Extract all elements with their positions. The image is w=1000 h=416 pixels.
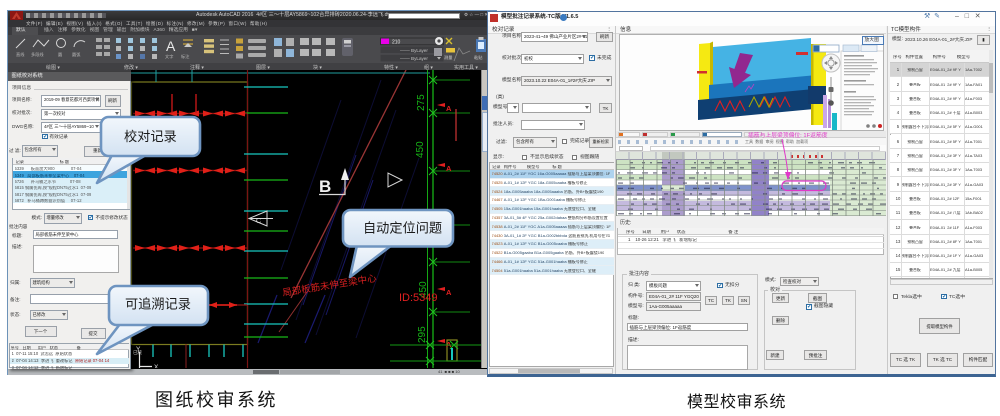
svg-text:C: C [256,218,261,225]
svg-text:X: X [154,364,159,368]
svg-text:直线: 直线 [16,51,25,57]
svg-text:A: A [446,288,452,297]
svg-text:文字: 文字 [165,53,173,60]
svg-text:圆弧: 圆弧 [72,51,81,58]
svg-text:A: A [166,38,176,54]
svg-text:测量: 测量 [444,54,452,61]
svg-text:局部板筋未伸至梁中心: 局部板筋未伸至梁中心 [282,272,378,299]
svg-text:B: B [319,177,331,196]
svg-text:A: A [446,164,452,173]
svg-text:450: 450 [415,141,426,158]
svg-text:粘贴: 粘贴 [474,54,482,61]
svg-text:A: A [446,228,452,237]
svg-text:─── ByLayer: ─── ByLayer [399,56,428,61]
svg-text:标注: 标注 [181,53,190,60]
svg-text:多段线: 多段线 [31,51,44,58]
svg-text:295: 295 [417,326,428,343]
svg-text:A: A [446,104,452,113]
svg-text:圆: 圆 [58,52,62,58]
svg-text:275: 275 [416,94,427,111]
svg-text:─── ByLayer: ─── ByLayer [399,48,428,53]
svg-text:ID:5349: ID:5349 [399,292,438,304]
